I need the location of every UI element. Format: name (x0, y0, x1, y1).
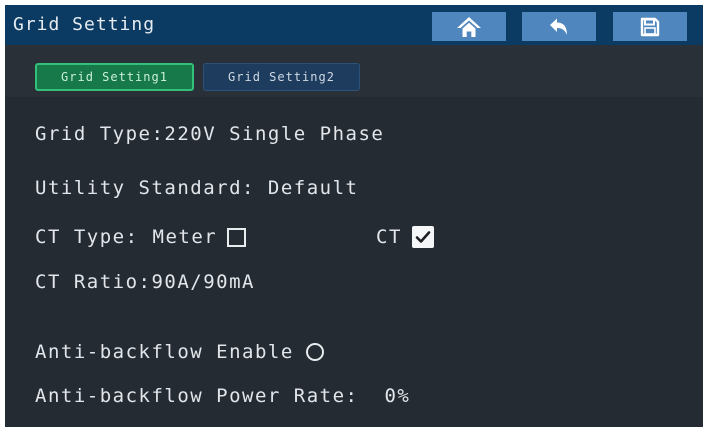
checkmark-icon (415, 231, 431, 243)
save-icon (640, 17, 660, 36)
ct-type-row: CT Type: Meter CT (35, 225, 455, 249)
utility-standard-label: Utility Standard: (35, 177, 255, 199)
grid-type-label: Grid Type: (35, 123, 165, 145)
tab-grid-setting2[interactable]: Grid Setting2 (203, 63, 360, 91)
header-bar: Grid Setting (5, 5, 703, 45)
grid-setting-screen: Grid Setting Grid Setting1 Grid Setting2… (5, 5, 703, 427)
ct-type-label: CT Type: (35, 226, 139, 248)
home-icon (457, 16, 481, 37)
page-title: Grid Setting (13, 14, 156, 35)
ct-ratio-label: CT Ratio: (35, 271, 152, 293)
anti-backflow-enable-radio[interactable] (305, 343, 324, 361)
ct-ratio-row: CT Ratio: 90A/90mA (35, 271, 255, 293)
back-arrow-icon (550, 18, 567, 35)
back-button[interactable] (522, 12, 596, 41)
utility-standard-value[interactable]: Default (255, 177, 359, 199)
utility-standard-row: Utility Standard: Default (35, 177, 358, 199)
grid-type-value[interactable]: 220V Single Phase (164, 123, 384, 145)
anti-backflow-power-rate-label: Anti-backflow Power Rate: (35, 385, 359, 407)
anti-backflow-enable-row: Anti-backflow Enable (35, 341, 324, 363)
anti-backflow-power-rate-value[interactable]: 0% (384, 385, 410, 407)
anti-backflow-power-rate-row: Anti-backflow Power Rate: 0% (35, 385, 410, 407)
tab-grid-setting1[interactable]: Grid Setting1 (35, 63, 194, 91)
save-button[interactable] (613, 12, 687, 41)
ct-option-label: CT (376, 226, 402, 248)
ct-type-ct-group: CT (376, 225, 434, 249)
home-button[interactable] (432, 12, 506, 41)
meter-option-label: Meter (152, 226, 218, 248)
ct-ratio-value[interactable]: 90A/90mA (151, 271, 255, 293)
ct-checkbox[interactable] (411, 226, 434, 248)
meter-checkbox[interactable] (227, 227, 247, 247)
grid-type-row: Grid Type: 220V Single Phase (35, 123, 384, 145)
tab-bar: Grid Setting1 Grid Setting2 (5, 45, 703, 97)
ct-type-meter-group: CT Type: Meter (35, 225, 247, 249)
anti-backflow-enable-label: Anti-backflow Enable (35, 341, 294, 363)
